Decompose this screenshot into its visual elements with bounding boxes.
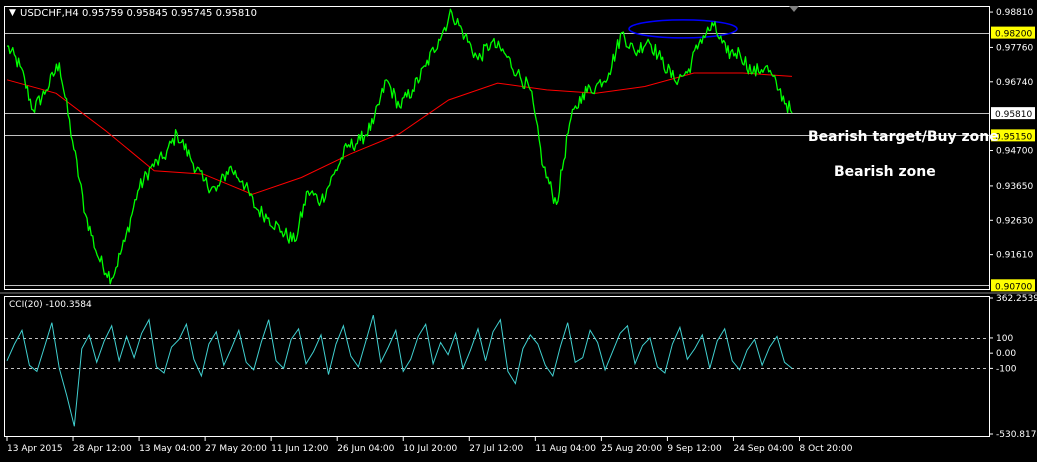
time-tick-label: 11 Aug 04:00 — [535, 444, 596, 454]
symbol-timeframe: USDCHF,H4 — [20, 8, 79, 19]
current-price-label: 0.95810 — [995, 110, 1032, 120]
time-tick-label: 11 Jun 12:00 — [271, 444, 328, 454]
cci-tick-label: -530.8174 — [996, 430, 1037, 440]
cci-tick-label: 100 — [996, 334, 1013, 344]
moving-average-line[interactable] — [6, 72, 793, 195]
cci-pane-frame — [4, 296, 990, 437]
level-label: 0.95150 — [995, 132, 1032, 142]
price-tick-label: 0.91610 — [996, 251, 1033, 261]
price-tick-label: 0.98810 — [996, 8, 1033, 18]
chart-window[interactable]: ▼ USDCHF,H4 0.95759 0.95845 0.95745 0.95… — [0, 0, 1037, 458]
chart-canvas[interactable]: ▼ USDCHF,H4 0.95759 0.95845 0.95745 0.95… — [0, 0, 1037, 458]
ohlc-readout: 0.95759 0.95845 0.95745 0.95810 — [82, 8, 257, 19]
chart-shift-icon[interactable] — [789, 6, 799, 12]
price-tick-label: 0.96740 — [996, 78, 1033, 88]
buy-zone-annotation: Bearish target/Buy zone — [808, 129, 999, 145]
time-tick-label: 27 May 20:00 — [205, 444, 267, 454]
cci-series-line[interactable] — [6, 314, 793, 427]
cci-tick-label: 0.00 — [996, 349, 1016, 359]
price-pane-frame — [4, 6, 990, 290]
cci-tick-label: 362.2539 — [996, 294, 1037, 304]
menu-toggle-icon[interactable]: ▼ — [9, 8, 16, 18]
price-tick-label: 0.93650 — [996, 182, 1033, 192]
price-tick-label: 0.92630 — [996, 216, 1033, 226]
bearish-zone-annotation: Bearish zone — [834, 164, 936, 180]
time-tick-label: 28 Apr 12:00 — [73, 444, 132, 454]
time-tick-label: 8 Oct 20:00 — [799, 444, 852, 454]
price-tick-label: 0.94700 — [996, 147, 1033, 157]
cci-header: CCI(20) -100.3584 — [9, 300, 92, 310]
level-label: 0.90700 — [995, 282, 1032, 292]
time-tick-label: 25 Aug 20:00 — [601, 444, 662, 454]
time-tick-label: 9 Sep 12:00 — [667, 444, 722, 454]
time-tick-label: 13 May 04:00 — [139, 444, 201, 454]
level-label: 0.98200 — [995, 30, 1032, 40]
price-tick-label: 0.97760 — [996, 43, 1033, 53]
time-tick-label: 10 Jul 20:00 — [403, 444, 457, 454]
cci-tick-label: -100 — [996, 364, 1017, 374]
time-tick-label: 13 Apr 2015 — [7, 444, 63, 454]
time-tick-label: 24 Sep 04:00 — [733, 444, 793, 454]
time-tick-label: 27 Jul 12:00 — [469, 444, 523, 454]
time-tick-label: 26 Jun 04:00 — [337, 444, 394, 454]
top-ellipse-object[interactable] — [628, 19, 738, 39]
